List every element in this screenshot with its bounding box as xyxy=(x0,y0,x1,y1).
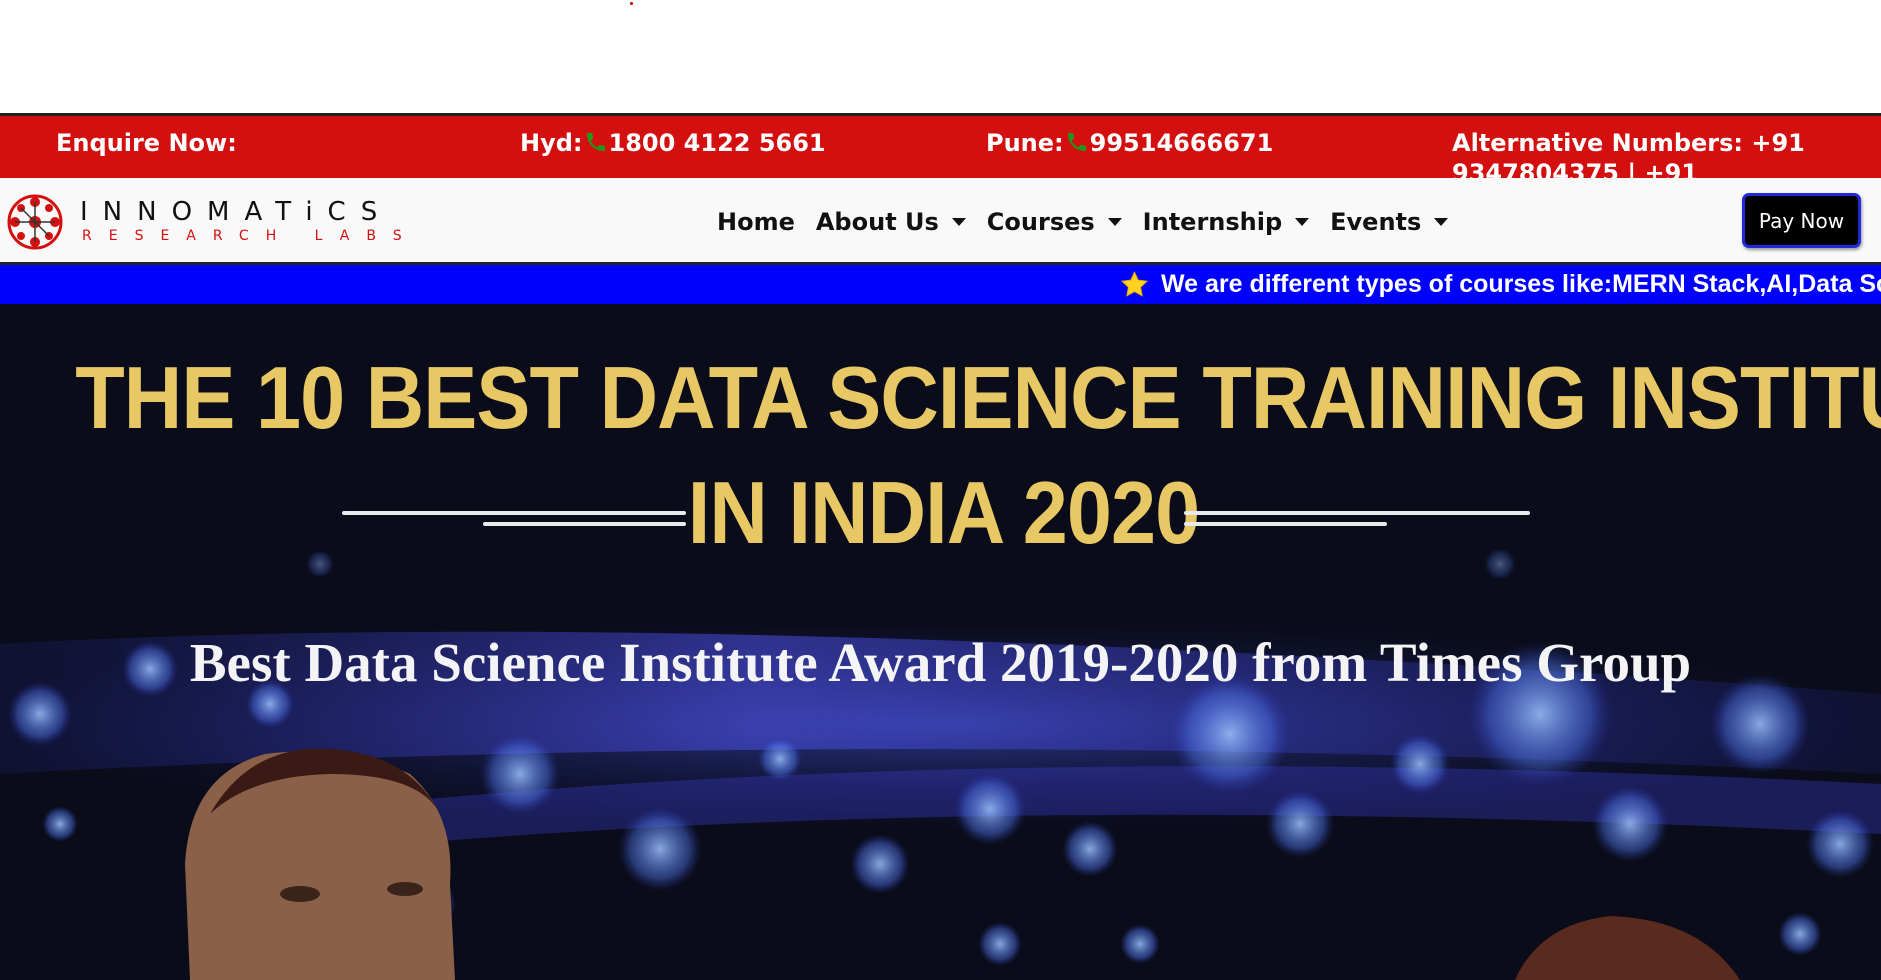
phone-icon xyxy=(586,133,605,151)
enquire-label: Enquire Now: xyxy=(56,129,237,157)
pune-number: 99514666671 xyxy=(1089,129,1274,157)
nav-item-label: About Us xyxy=(815,208,939,236)
main-navbar: INNOMATiCS RESEARCH LABS Home About Us C… xyxy=(0,178,1881,265)
hero-divider-right xyxy=(1184,511,1530,515)
nav-item-about-us[interactable]: About Us xyxy=(816,208,966,236)
pune-contact[interactable]: Pune: 99514666671 xyxy=(986,128,1273,158)
announcement-marquee: We are different types of courses like:M… xyxy=(0,265,1881,304)
pune-label: Pune: xyxy=(986,129,1064,157)
caret-down-icon xyxy=(1434,218,1449,226)
hyd-contact[interactable]: Hyd: 1800 4122 5661 xyxy=(520,128,826,158)
caret-down-icon xyxy=(1107,218,1122,226)
nav-item-courses[interactable]: Courses xyxy=(987,208,1122,236)
phone-icon xyxy=(1067,133,1086,151)
hyd-label: Hyd: xyxy=(520,129,583,157)
pay-now-button[interactable]: Pay Now xyxy=(1742,193,1861,248)
top-whitespace xyxy=(0,0,1881,113)
brand-logo[interactable]: INNOMATiCS RESEARCH LABS xyxy=(4,194,402,250)
marquee-text: We are different types of courses like:M… xyxy=(1161,269,1881,298)
nav-item-home[interactable]: Home xyxy=(717,208,795,236)
hero-subtitle: Best Data Science Institute Award 2019-2… xyxy=(189,632,1692,693)
caret-down-icon xyxy=(951,218,966,226)
hero-title-line1: THE 10 BEST DATA SCIENCE TRAINING INSTIT… xyxy=(75,348,1881,447)
hero-banner: THE 10 BEST DATA SCIENCE TRAINING INSTIT… xyxy=(0,304,1881,980)
nav-item-label: Courses xyxy=(986,208,1095,236)
brand-tagline: RESEARCH LABS xyxy=(82,228,419,244)
marquee-content: We are different types of courses like:M… xyxy=(1120,269,1881,299)
star-icon xyxy=(1120,270,1149,297)
hero-title-line2: IN INDIA 2020 xyxy=(687,463,1200,562)
red-dot xyxy=(630,2,633,5)
nav-item-events[interactable]: Events xyxy=(1330,208,1449,236)
nav-item-internship[interactable]: Internship xyxy=(1142,208,1310,236)
nav-item-label: Events xyxy=(1330,208,1422,236)
hero-divider-right xyxy=(1184,522,1387,526)
nav-item-label: Home xyxy=(717,208,795,236)
nav-item-label: Internship xyxy=(1142,208,1283,236)
hyd-number: 1800 4122 5661 xyxy=(608,129,826,157)
logo-mark-icon xyxy=(7,194,63,250)
brand-name: INNOMATiCS xyxy=(80,197,393,227)
enquiry-bar: Enquire Now: Hyd: 1800 4122 5661 Pune: 995… xyxy=(0,113,1881,217)
caret-down-icon xyxy=(1295,218,1310,226)
nav-links: Home About Us Courses Internship Events xyxy=(717,204,1469,240)
